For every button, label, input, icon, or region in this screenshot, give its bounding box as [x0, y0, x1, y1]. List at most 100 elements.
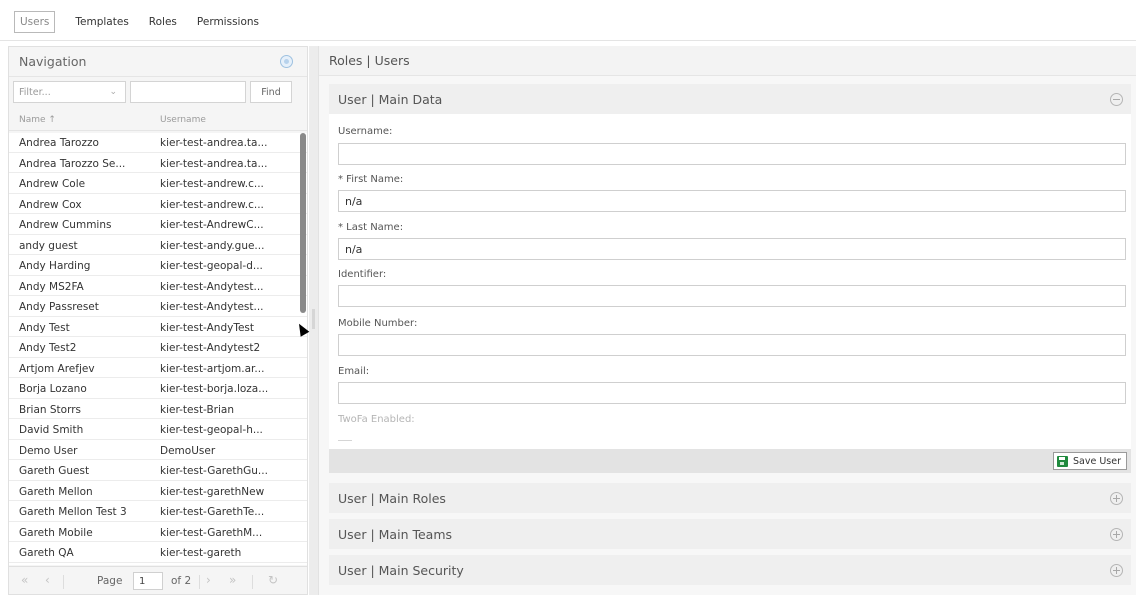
- table-row[interactable]: Andy MS2FA kier-test-Andytest...: [9, 277, 307, 297]
- table-row[interactable]: Andrew Cummins kier-test-AndrewC...: [9, 215, 307, 235]
- expand-circle-icon[interactable]: [1110, 564, 1123, 577]
- page-count-label: of 2: [171, 575, 192, 587]
- user-name-cell: Andrea Tarozzo: [19, 137, 99, 149]
- save-user-label: Save User: [1073, 455, 1121, 467]
- section-main-data-header[interactable]: User | Main Data: [329, 84, 1131, 114]
- column-header-name[interactable]: Name ↑: [19, 115, 56, 125]
- main-data-form: Username: * First Name: n/a * Last Name:…: [329, 114, 1131, 449]
- filter-select-placeholder: Filter...: [19, 86, 51, 98]
- first-name-label: * First Name:: [338, 174, 404, 185]
- table-row[interactable]: Borja Lozano kier-test-borja.loza...: [9, 379, 307, 399]
- table-row[interactable]: andy guest kier-test-andy.gue...: [9, 236, 307, 256]
- filter-select[interactable]: Filter... ⌄: [13, 81, 126, 103]
- user-name-cell: Andrew Cox: [19, 198, 82, 211]
- table-row[interactable]: Andy Harding kier-test-geopal-d...: [9, 256, 307, 276]
- username-cell: kier-test-AndyTest: [160, 321, 255, 334]
- twofa-toggle[interactable]: [338, 440, 352, 446]
- table-row[interactable]: Artjom Arefjev kier-test-artjom.ar...: [9, 359, 307, 379]
- scrollbar-thumb[interactable]: [300, 133, 306, 313]
- user-name-cell: Gareth Mellon Test 3: [19, 506, 127, 518]
- user-name-cell: Gareth Mellon: [19, 485, 93, 498]
- prev-page-icon[interactable]: ‹: [45, 573, 50, 587]
- username-cell: kier-test-andrea.ta...: [160, 137, 268, 149]
- section-title: User | Main Data: [338, 91, 443, 107]
- collapse-circle-icon[interactable]: [1110, 93, 1123, 106]
- section-title: User | Main Roles: [338, 490, 446, 506]
- username-field[interactable]: [338, 143, 1126, 165]
- collapse-panel-icon[interactable]: [280, 55, 293, 68]
- username-cell: kier-test-borja.loza...: [160, 383, 269, 395]
- email-field[interactable]: [338, 382, 1126, 404]
- username-cell: kier-test-GarethTe...: [160, 506, 265, 518]
- section-main-security-header[interactable]: User | Main Security: [329, 555, 1131, 585]
- table-row[interactable]: Andy Passreset kier-test-Andytest...: [9, 297, 307, 317]
- table-row[interactable]: Gareth Guest kier-test-GarethGu...: [9, 461, 307, 481]
- username-cell: DemoUser: [160, 444, 216, 457]
- tab-templates[interactable]: Templates: [71, 11, 132, 33]
- table-row[interactable]: Andy Test kier-test-AndyTest: [9, 318, 307, 338]
- mobile-number-label: Mobile Number:: [338, 318, 418, 329]
- user-name-cell: Gareth Mobile: [19, 526, 93, 539]
- navigation-panel: Navigation Filter... ⌄ Find Name ↑ Usern…: [8, 46, 308, 595]
- username-cell: kier-test-GarethGu...: [160, 465, 268, 477]
- user-list: Andrea Tarozzo kier-test-andrea.ta... Andr…: [9, 133, 307, 565]
- user-name-cell: Andy Harding: [19, 260, 91, 272]
- last-name-label: * Last Name:: [338, 222, 404, 233]
- filter-row: Filter... ⌄ Find: [9, 79, 307, 105]
- tab-permissions[interactable]: Permissions: [193, 11, 263, 33]
- user-name-cell: Andrew Cole: [19, 178, 86, 190]
- section-main-roles-header[interactable]: User | Main Roles: [329, 483, 1131, 513]
- table-row[interactable]: Gareth Mobile kier-test-GarethM...: [9, 523, 307, 543]
- chevron-down-icon: ⌄: [109, 87, 117, 97]
- save-bar: Save User: [329, 449, 1131, 473]
- expand-circle-icon[interactable]: [1110, 528, 1123, 541]
- user-name-cell: Demo User: [19, 444, 78, 457]
- table-row[interactable]: Gareth Mellon Test 3 kier-test-GarethTe..…: [9, 502, 307, 522]
- user-name-cell: Gareth QA: [19, 547, 74, 559]
- table-row[interactable]: Andy Test2 kier-test-Andytest2: [9, 338, 307, 358]
- identifier-field[interactable]: [338, 285, 1126, 307]
- section-title: User | Main Teams: [338, 526, 453, 542]
- username-cell: kier-test-andy.gue...: [160, 239, 265, 252]
- column-header-username[interactable]: Username: [160, 115, 206, 125]
- user-name-cell: Artjom Arefjev: [19, 362, 95, 375]
- last-name-field[interactable]: n/a: [338, 238, 1126, 260]
- user-name-cell: Gareth Guest: [19, 465, 90, 477]
- mobile-number-field[interactable]: [338, 334, 1126, 356]
- divider: [63, 575, 64, 589]
- user-name-cell: Andrea Tarozzo Se...: [19, 157, 126, 170]
- top-tab-bar: Users Templates Roles Permissions: [0, 0, 1136, 40]
- last-page-icon[interactable]: »: [229, 573, 236, 587]
- section-main-teams-header[interactable]: User | Main Teams: [329, 519, 1131, 549]
- table-row[interactable]: Brian Storrs kier-test-Brian: [9, 400, 307, 420]
- divider: [199, 575, 200, 589]
- table-row[interactable]: Andrew Cox kier-test-andrew.c...: [9, 195, 307, 215]
- next-page-icon[interactable]: ›: [206, 573, 211, 587]
- page-number-input[interactable]: 1: [133, 572, 163, 590]
- page-label: Page: [97, 575, 123, 587]
- first-name-field[interactable]: n/a: [338, 190, 1126, 212]
- username-cell: kier-test-geopal-h...: [160, 424, 263, 436]
- table-row[interactable]: Andrea Tarozzo Se... kier-test-andrea.ta.…: [9, 154, 307, 174]
- table-row[interactable]: Gareth Mellon kier-test-garethNew: [9, 482, 307, 502]
- filter-text-input[interactable]: [130, 81, 246, 103]
- table-row[interactable]: Andrea Tarozzo kier-test-andrea.ta...: [9, 133, 307, 153]
- save-user-button[interactable]: Save User: [1053, 452, 1127, 470]
- username-cell: kier-test-geopal-d...: [160, 260, 263, 272]
- find-button[interactable]: Find: [250, 81, 292, 103]
- user-name-cell: andy guest: [19, 239, 78, 252]
- table-row[interactable]: David Smith kier-test-geopal-h...: [9, 420, 307, 440]
- panel-splitter[interactable]: [309, 46, 318, 595]
- user-name-cell: Borja Lozano: [19, 383, 87, 395]
- username-cell: kier-test-Brian: [160, 403, 234, 416]
- first-page-icon[interactable]: «: [21, 573, 28, 587]
- tab-users[interactable]: Users: [14, 11, 56, 33]
- table-row[interactable]: Gareth QA kier-test-gareth: [9, 543, 307, 563]
- table-row[interactable]: Demo User DemoUser: [9, 441, 307, 461]
- refresh-icon[interactable]: ↻: [268, 573, 278, 587]
- tab-roles[interactable]: Roles: [145, 11, 181, 33]
- table-row[interactable]: Andrew Cole kier-test-andrew.c...: [9, 174, 307, 194]
- username-cell: kier-test-andrew.c...: [160, 178, 264, 190]
- save-disk-icon: [1057, 455, 1068, 467]
- expand-circle-icon[interactable]: [1110, 492, 1123, 505]
